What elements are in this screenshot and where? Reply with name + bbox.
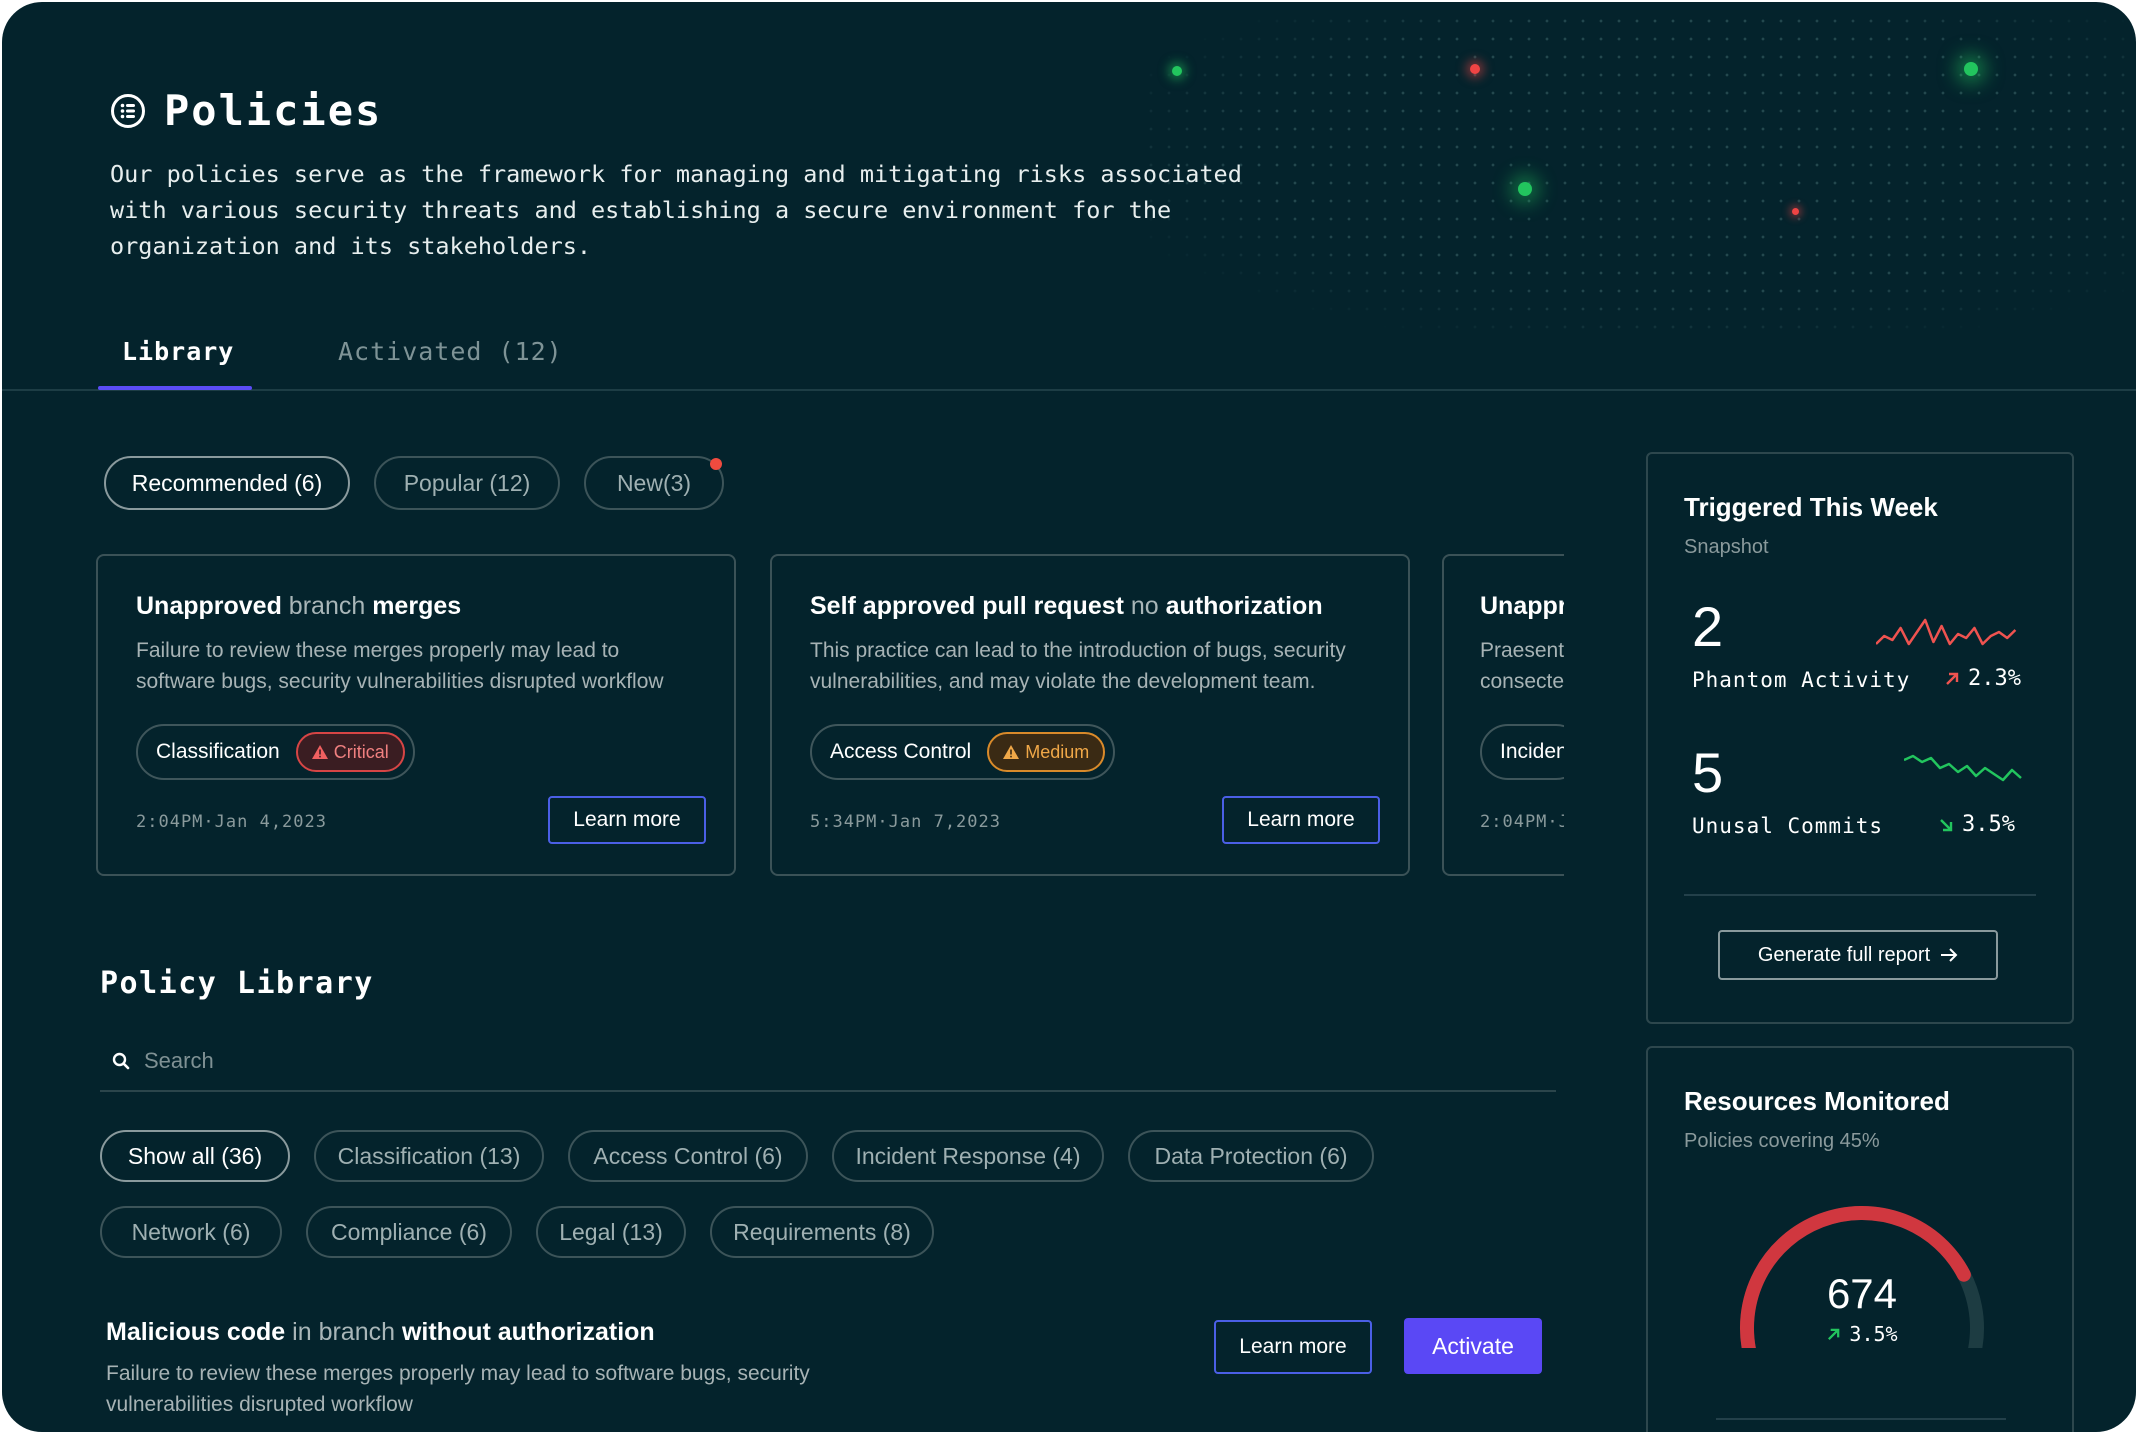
severity-badge: Medium bbox=[987, 732, 1106, 772]
policy-library-title: Policy Library bbox=[100, 966, 374, 1001]
card-timestamp: 5:34PM·Jan 7,2023 bbox=[810, 812, 1001, 832]
page-header: Policies bbox=[110, 86, 382, 135]
metric-change: 3.5% bbox=[1938, 812, 2015, 837]
activate-button[interactable]: Activate bbox=[1404, 1318, 1542, 1374]
divider bbox=[1684, 894, 2036, 896]
metric-value: 5 bbox=[1692, 741, 1724, 804]
decorative-dot-grid bbox=[1142, 12, 2132, 332]
resources-title: Resources Monitored bbox=[1684, 1086, 1950, 1116]
page-title: Policies bbox=[164, 86, 383, 135]
policy-card: Unapproved Praesentconsectetur Incident … bbox=[1442, 554, 1564, 876]
metric-change: 2.3% bbox=[1944, 666, 2021, 691]
arrow-down-right-icon bbox=[1940, 818, 1953, 831]
policy-card-partial: Unapproved Praesentconsectetur Incident … bbox=[1442, 554, 1564, 876]
warning-icon bbox=[311, 745, 328, 759]
metric-label: Unusal Commits bbox=[1692, 814, 1884, 838]
page-description: Our policies serve as the framework for … bbox=[110, 160, 1242, 260]
card-title: Unapproved bbox=[1480, 592, 1564, 620]
filter-new[interactable]: New(3) bbox=[584, 456, 724, 510]
category-show-all[interactable]: Show all (36) bbox=[100, 1130, 290, 1182]
metric-label: Phantom Activity bbox=[1692, 668, 1911, 692]
severity-badge: Critical bbox=[295, 732, 405, 772]
triggered-panel: Triggered This Week Snapshot 2 Phantom A… bbox=[1646, 452, 2074, 1024]
learn-more-button[interactable]: Learn more bbox=[1214, 1320, 1372, 1374]
resources-subtitle: Policies covering 45% bbox=[1684, 1130, 1880, 1152]
warning-icon bbox=[1003, 745, 1020, 759]
category-tag: Classification Critical bbox=[136, 724, 415, 780]
app-window: Policies Our policies serve as the frame… bbox=[2, 2, 2136, 1432]
list-icon bbox=[111, 93, 145, 128]
gauge-change: 3.5% bbox=[1648, 1322, 2076, 1346]
category-label: Access Control bbox=[830, 740, 972, 763]
arrow-up-right-icon bbox=[1828, 1328, 1840, 1340]
sparkline-green bbox=[1904, 754, 2022, 782]
policy-card: Unapproved branch merges Failure to revi… bbox=[96, 554, 736, 876]
policy-card: Self approved pull request no authorizat… bbox=[770, 554, 1410, 876]
active-tab-indicator bbox=[98, 386, 252, 390]
divider bbox=[1716, 1418, 2006, 1420]
new-notification-dot bbox=[710, 458, 722, 470]
tab-activated[interactable]: Activated (12) bbox=[338, 337, 563, 366]
category-legal[interactable]: Legal (13) bbox=[536, 1206, 686, 1258]
category-network[interactable]: Network (6) bbox=[100, 1206, 282, 1258]
card-description: Failure to review these merges properly … bbox=[136, 639, 664, 693]
card-description: This practice can lead to the introducti… bbox=[810, 639, 1346, 693]
arrow-right-icon bbox=[1941, 948, 1958, 962]
category-data-protection[interactable]: Data Protection (6) bbox=[1128, 1130, 1374, 1182]
arrow-up-right-icon bbox=[1946, 672, 1959, 685]
category-label: Classification bbox=[156, 740, 280, 763]
policy-title: Malicious code in branch without authori… bbox=[106, 1318, 655, 1346]
tab-bar: Library Activated (12) bbox=[2, 327, 2136, 391]
decorative-glow bbox=[1470, 64, 1480, 74]
decorative-glow bbox=[1172, 66, 1182, 76]
filter-recommended[interactable]: Recommended (6) bbox=[104, 456, 350, 510]
card-timestamp: 2:04PM·Jan bbox=[1480, 812, 1564, 832]
card-description: Praesentconsectetur bbox=[1480, 639, 1564, 693]
generate-report-button[interactable]: Generate full report bbox=[1718, 930, 1998, 980]
gauge-value: 674 bbox=[1826, 1270, 1898, 1317]
category-incident-response[interactable]: Incident Response (4) bbox=[832, 1130, 1104, 1182]
card-title: Self approved pull request no authorizat… bbox=[810, 592, 1323, 620]
decorative-glow bbox=[1964, 62, 1978, 76]
category-classification[interactable]: Classification (13) bbox=[314, 1130, 544, 1182]
category-label: Incident bbox=[1500, 740, 1564, 763]
category-tag: Incident bbox=[1480, 724, 1564, 780]
card-timestamp: 2:04PM·Jan 4,2023 bbox=[136, 812, 327, 832]
triggered-title: Triggered This Week bbox=[1684, 492, 1938, 522]
search-input[interactable] bbox=[144, 1048, 744, 1074]
category-tag: Access Control Medium bbox=[810, 724, 1116, 780]
resources-panel: Resources Monitored Policies covering 45… bbox=[1646, 1046, 2074, 1432]
category-requirements[interactable]: Requirements (8) bbox=[710, 1206, 934, 1258]
tab-library[interactable]: Library bbox=[122, 337, 234, 366]
triggered-subtitle: Snapshot bbox=[1684, 536, 1769, 558]
learn-more-button[interactable]: Learn more bbox=[1222, 796, 1380, 844]
decorative-glow bbox=[1518, 182, 1532, 196]
card-title: Unapproved branch merges bbox=[136, 592, 462, 620]
decorative-glow bbox=[1792, 208, 1799, 215]
category-access-control[interactable]: Access Control (6) bbox=[568, 1130, 808, 1182]
sparkline-red bbox=[1876, 618, 2017, 646]
learn-more-button[interactable]: Learn more bbox=[548, 796, 706, 844]
category-compliance[interactable]: Compliance (6) bbox=[306, 1206, 512, 1258]
metric-value: 2 bbox=[1692, 595, 1724, 658]
search-bar bbox=[100, 1032, 1556, 1092]
search-icon bbox=[112, 1052, 130, 1070]
policy-description: Failure to review these merges properly … bbox=[106, 1362, 810, 1416]
filter-popular[interactable]: Popular (12) bbox=[374, 456, 560, 510]
